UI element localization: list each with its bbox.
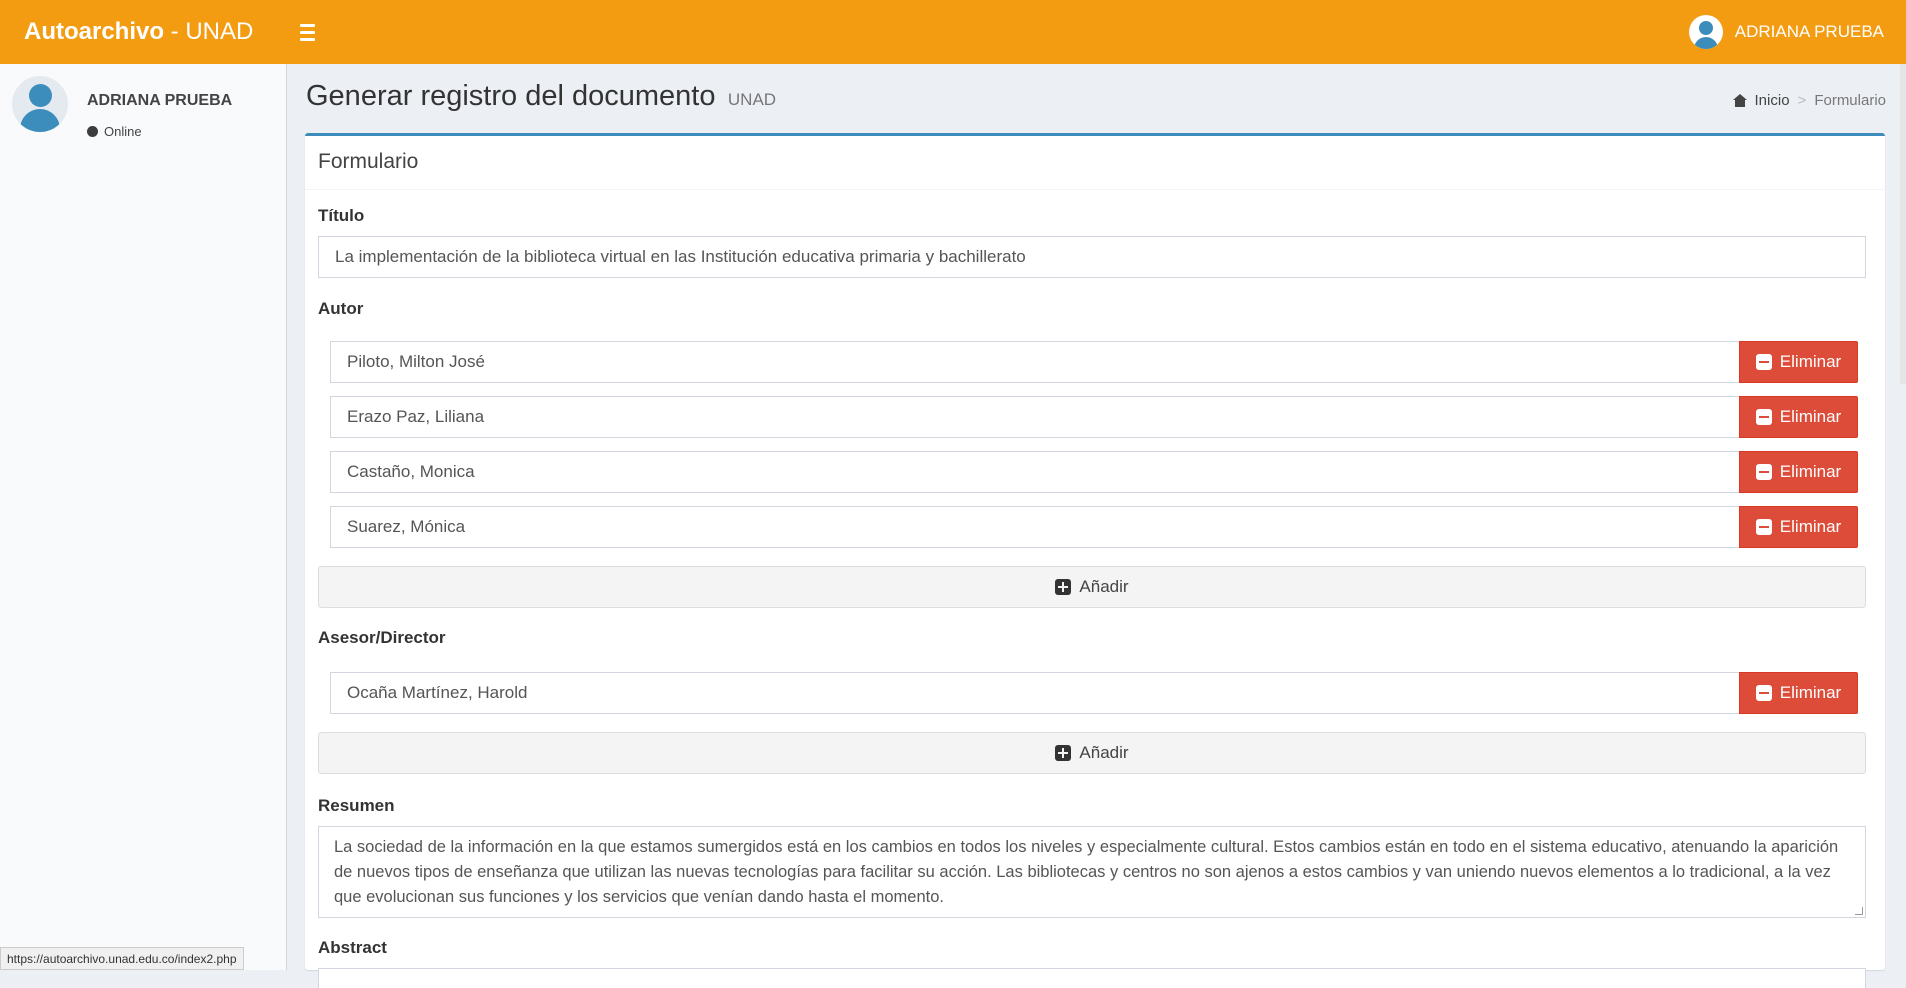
resumen-textarea[interactable]: La sociedad de la información en la que … [318,826,1866,918]
minus-square-icon [1756,354,1772,370]
minus-square-icon [1756,519,1772,535]
status-label: Online [104,124,142,139]
brand-bold: Autoarchivo [24,18,164,45]
autor-input[interactable]: Erazo Paz, Liliana [330,396,1740,438]
eliminar-autor-button[interactable]: Eliminar [1739,451,1858,493]
user-avatar-icon [1689,15,1723,49]
resize-handle[interactable] [1855,907,1863,915]
autor-input[interactable]: Suarez, Mónica [330,506,1740,548]
user-menu[interactable]: ADRIANA PRUEBA [1689,0,1884,64]
eliminar-label: Eliminar [1780,683,1841,703]
box-title: Formulario [305,136,1885,190]
scrollbar[interactable] [1900,64,1906,384]
asesor-input[interactable]: Ocaña Martínez, Harold [330,672,1740,714]
page-title: Generar registro del documento [306,80,715,113]
resumen-text: La sociedad de la información en la que … [334,838,1838,906]
minus-square-icon [1756,409,1772,425]
eliminar-autor-button[interactable]: Eliminar [1739,341,1858,383]
eliminar-asesor-button[interactable]: Eliminar [1739,672,1858,714]
anadir-label: Añadir [1079,577,1128,597]
brand-light: - UNAD [164,18,253,45]
titulo-label: Título [318,206,364,226]
anadir-asesor-button[interactable]: Añadir [318,732,1866,774]
avatar [12,76,68,132]
plus-square-icon [1055,745,1071,761]
titulo-input[interactable]: La implementación de la biblioteca virtu… [318,236,1866,278]
abstract-label: Abstract [318,938,387,958]
minus-square-icon [1756,685,1772,701]
home-icon [1733,94,1747,107]
anadir-label: Añadir [1079,743,1128,763]
asesor-label: Asesor/Director [318,628,446,648]
eliminar-label: Eliminar [1780,462,1841,482]
form-box: Formulario Título La implementación de l… [305,133,1885,970]
eliminar-autor-button[interactable]: Eliminar [1739,396,1858,438]
eliminar-label: Eliminar [1780,407,1841,427]
breadcrumb: Inicio > Formulario [1733,92,1886,109]
user-menu-name: ADRIANA PRUEBA [1735,22,1884,42]
abstract-textarea[interactable] [318,968,1866,988]
sidebar-user-name: ADRIANA PRUEBA [87,92,232,110]
eliminar-autor-button[interactable]: Eliminar [1739,506,1858,548]
sidebar: ADRIANA PRUEBA Online [0,64,287,970]
status-dot-icon [87,126,98,137]
user-status[interactable]: Online [87,124,142,139]
page-subtitle: UNAD [728,90,776,110]
eliminar-label: Eliminar [1780,352,1841,372]
minus-square-icon [1756,464,1772,480]
anadir-autor-button[interactable]: Añadir [318,566,1866,608]
breadcrumb-separator: > [1798,92,1807,109]
breadcrumb-home[interactable]: Inicio [1755,92,1790,109]
eliminar-label: Eliminar [1780,517,1841,537]
autor-input[interactable]: Piloto, Milton José [330,341,1740,383]
breadcrumb-current: Formulario [1814,92,1886,109]
autor-input[interactable]: Castaño, Monica [330,451,1740,493]
user-panel: ADRIANA PRUEBA Online [12,76,272,136]
browser-status-url: https://autoarchivo.unad.edu.co/index2.p… [0,947,244,970]
sidebar-toggle-icon[interactable] [300,18,328,46]
plus-square-icon [1055,579,1071,595]
resumen-label: Resumen [318,796,395,816]
app-logo[interactable]: Autoarchivo - UNAD [0,0,287,64]
content-header: Generar registro del documento UNAD Inic… [306,80,1886,126]
autor-label: Autor [318,299,363,319]
top-navbar: Autoarchivo - UNAD ADRIANA PRUEBA [0,0,1906,64]
